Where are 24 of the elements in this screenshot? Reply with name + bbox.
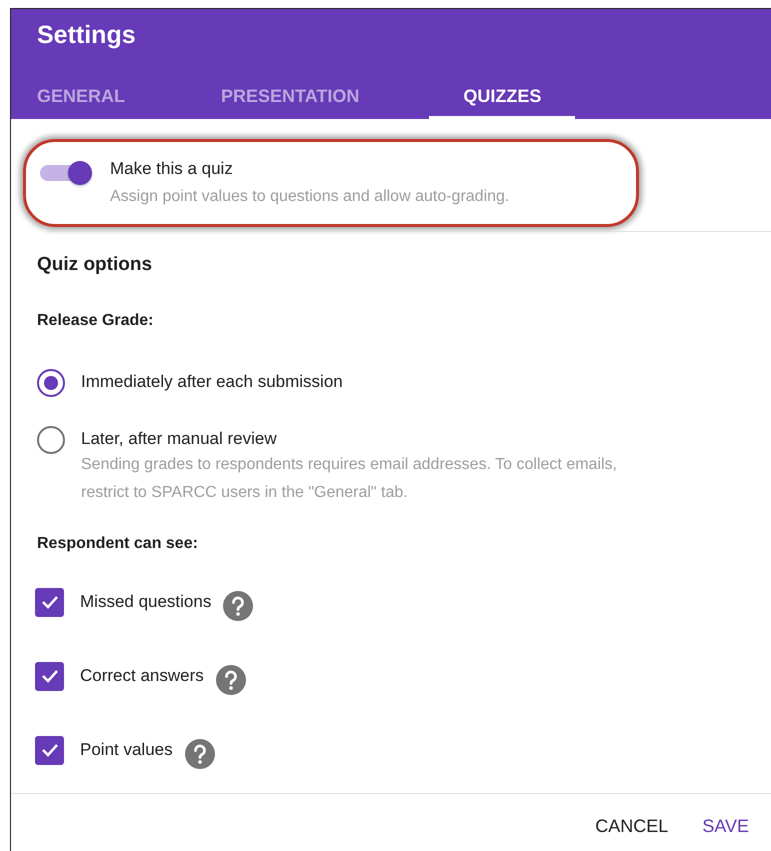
toggle-description: Assign point values to questions and allow auto-grading. [110,187,510,207]
checkbox[interactable] [35,662,64,690]
help-icon[interactable] [223,591,254,621]
checkbox-label: Point values [80,740,173,760]
radio-button[interactable] [37,369,65,397]
quiz-toggle[interactable] [40,161,92,185]
group-label: Release Grade: [37,312,155,330]
group-label: Respondent can see: [37,535,199,553]
radio-label: Later, after manual review [81,429,278,449]
checkbox-label: Missed questions [80,592,212,612]
radio-note: Sending grades to respondents requires email addresses. To collect emails, restrict to SPARCC users in the "General" tab. [81,455,618,503]
radio-button[interactable] [37,426,65,454]
radio-label: Immediately after each submission [81,372,343,392]
toggle-label: Make this a quiz [110,159,234,179]
checkbox-label: Correct answers [80,666,204,686]
help-icon[interactable] [216,665,246,695]
checkbox[interactable] [35,588,64,616]
save-button[interactable]: SAVE [690,810,761,843]
section-heading: Quiz options [37,254,154,276]
checkbox[interactable] [35,736,64,764]
help-icon[interactable] [184,739,215,769]
dialog-title: Settings [37,21,137,51]
cancel-button[interactable]: CANCEL [583,810,680,843]
tab[interactable]: QUIZZES [429,77,576,119]
